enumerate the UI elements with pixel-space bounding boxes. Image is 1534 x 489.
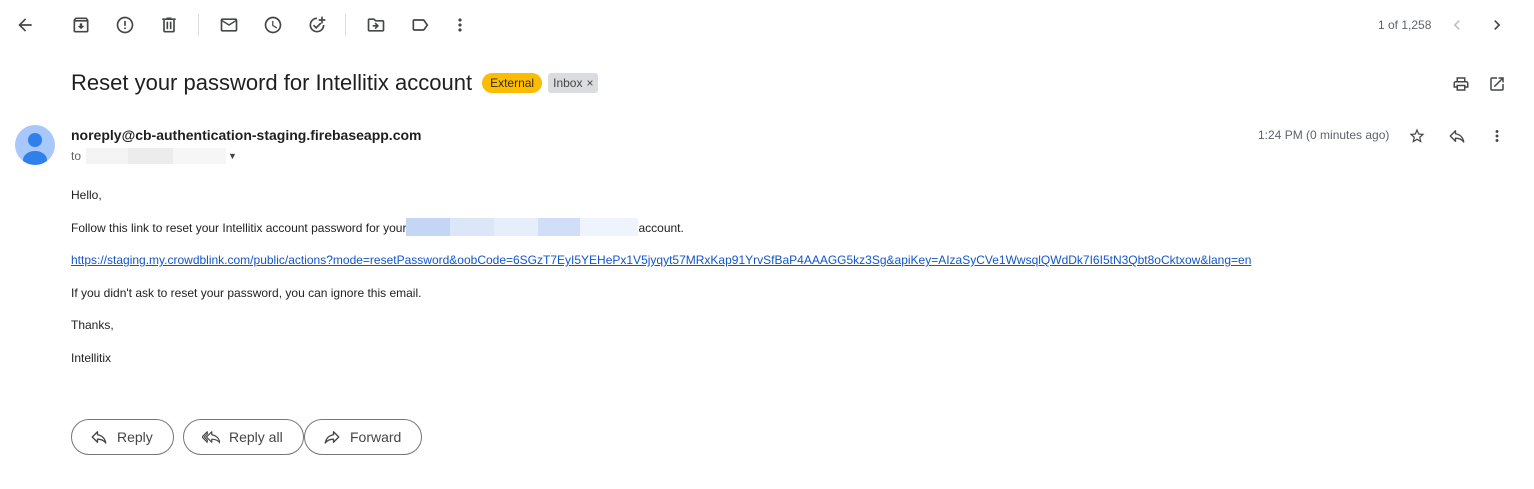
mark-unread-button[interactable]	[209, 5, 249, 45]
add-to-tasks-button[interactable]	[297, 5, 337, 45]
move-to-button[interactable]	[356, 5, 396, 45]
delete-button[interactable]	[149, 5, 189, 45]
chevron-right-icon	[1494, 20, 1501, 30]
subject-row: Reset your password for Intellitix accou…	[71, 68, 599, 98]
star-button[interactable]	[1405, 124, 1429, 148]
print-icon	[1453, 77, 1469, 91]
body-ignore-notice: If you didn't ask to reset your password…	[71, 286, 422, 300]
person-icon	[23, 133, 47, 165]
forward-icon	[324, 431, 340, 444]
reply-icon	[91, 431, 107, 444]
remove-label-icon[interactable]: ×	[586, 75, 593, 91]
older-message-button[interactable]	[1477, 5, 1517, 45]
redacted-email	[406, 218, 639, 237]
reply-button[interactable]: Reply	[71, 419, 174, 455]
report-spam-button[interactable]	[105, 5, 145, 45]
body-thanks: Thanks,	[71, 318, 114, 332]
add-to-tasks-icon	[309, 16, 326, 33]
body-greeting: Hello,	[71, 188, 102, 202]
more-vert-icon	[458, 18, 462, 32]
message-more-button[interactable]	[1485, 124, 1509, 148]
reply-icon-button[interactable]	[1445, 124, 1469, 148]
body-instruction-end: account.	[638, 221, 684, 235]
print-all-button[interactable]	[1447, 70, 1475, 98]
reply-all-button-label: Reply all	[229, 429, 283, 445]
archive-icon	[73, 17, 89, 33]
delete-icon	[162, 17, 176, 33]
back-button[interactable]	[5, 5, 45, 45]
move-to-icon	[367, 18, 385, 32]
body-instruction-start: Follow this link to reset your Intelliti…	[71, 221, 407, 235]
star-icon	[1409, 128, 1425, 143]
reply-icon	[1449, 130, 1465, 143]
snooze-button[interactable]	[253, 5, 293, 45]
pager-count: 1 of 1,258	[1378, 18, 1432, 32]
redacted-recipient	[86, 148, 227, 164]
to-prefix: to	[71, 149, 82, 163]
reset-password-link[interactable]: https://staging.my.crowdblink.com/public…	[71, 253, 1251, 267]
chevron-left-icon	[1453, 20, 1460, 30]
labels-button[interactable]	[400, 5, 440, 45]
reply-all-button[interactable]: Reply all	[183, 419, 304, 455]
reply-all-icon	[202, 431, 220, 444]
more-options-button[interactable]	[440, 5, 480, 45]
toolbar-divider	[198, 14, 199, 36]
sender-avatar[interactable]	[15, 125, 55, 165]
reply-button-label: Reply	[117, 429, 153, 445]
toolbar-divider	[345, 14, 346, 36]
inbox-label-text: Inbox	[553, 76, 583, 90]
mark-unread-icon	[220, 18, 238, 32]
labels-icon	[412, 19, 429, 31]
newer-message-button[interactable]	[1437, 5, 1477, 45]
message-subject: Reset your password for Intellitix accou…	[71, 70, 473, 95]
message-timestamp: 1:24 PM (0 minutes ago)	[1258, 128, 1390, 142]
more-vert-icon	[1495, 130, 1499, 142]
snooze-icon	[264, 16, 282, 34]
back-arrow-icon	[18, 18, 32, 32]
forward-button-label: Forward	[350, 429, 402, 445]
open-new-window-button[interactable]	[1483, 70, 1511, 98]
recipient-row: to ▼	[71, 148, 237, 164]
inbox-label-chip[interactable]: Inbox ×	[548, 73, 599, 93]
message-toolbar: 1 of 1,258	[0, 0, 1534, 50]
forward-button[interactable]: Forward	[304, 419, 423, 455]
archive-button[interactable]	[61, 5, 101, 45]
caret-down-icon[interactable]: ▼	[228, 151, 237, 161]
body-signature: Intellitix	[71, 351, 112, 365]
external-label-badge: External	[482, 73, 543, 93]
body-instruction: Follow this link to reset your Intelliti…	[71, 218, 684, 237]
report-spam-icon	[116, 16, 134, 34]
sender-email[interactable]: noreply@cb-authentication-staging.fireba…	[71, 127, 421, 143]
open-in-new-icon	[1490, 77, 1504, 91]
